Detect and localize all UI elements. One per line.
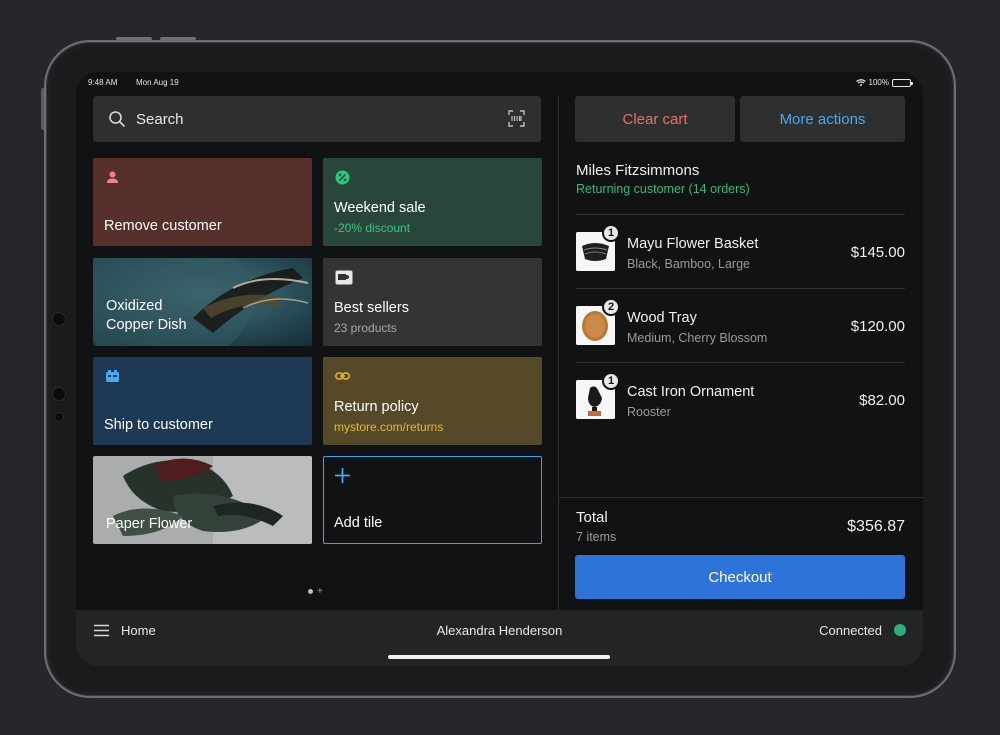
item-name: Cast Iron Ornament xyxy=(627,384,755,400)
tile-subtitle: mystore.com/returns xyxy=(334,420,444,434)
item-variant: Black, Bamboo, Large xyxy=(627,257,750,271)
cart-item[interactable]: 1 Cast Iron Ornament Rooster $82.00 xyxy=(576,364,905,436)
cart-item[interactable]: 2 Wood Tray Medium, Cherry Blossom $120.… xyxy=(576,290,905,362)
item-name: Wood Tray xyxy=(627,310,697,326)
tile-title: Paper Flower xyxy=(106,516,193,532)
divider xyxy=(576,288,905,289)
screen: 9:48 AM Mon Aug 19 100% Search Remove cu… xyxy=(76,72,923,666)
customer-info: Returning customer (14 orders) xyxy=(576,182,750,196)
tile-title: Copper Dish xyxy=(106,317,187,333)
clear-cart-button[interactable]: Clear cart xyxy=(575,96,735,142)
tile-subtitle: -20% discount xyxy=(334,221,411,235)
checkout-button[interactable]: Checkout xyxy=(575,555,905,599)
customer-name[interactable]: Miles Fitzsimmons xyxy=(576,162,699,179)
tile-oxidized-copper-dish[interactable]: Oxidized Copper Dish xyxy=(93,258,312,346)
person-icon xyxy=(107,171,118,183)
status-bar: 9:48 AM Mon Aug 19 100% xyxy=(76,76,923,90)
divider xyxy=(559,497,923,498)
discount-icon xyxy=(335,170,350,185)
tile-best-sellers[interactable]: Best sellers 23 products xyxy=(323,258,542,346)
quantity-badge: 1 xyxy=(602,224,620,242)
tile-title: Return policy xyxy=(334,399,419,415)
status-time: 9:48 AM xyxy=(88,78,118,87)
item-price: $120.00 xyxy=(850,318,905,335)
camera-dot xyxy=(52,312,66,326)
panel-divider xyxy=(558,96,559,610)
total-label: Total xyxy=(576,509,608,526)
add-page-icon[interactable]: + xyxy=(317,586,323,597)
tile-paper-flower[interactable]: Paper Flower xyxy=(93,456,312,544)
search-placeholder: Search xyxy=(136,110,184,128)
tile-title: Oxidized xyxy=(106,298,163,314)
tile-title: Best sellers xyxy=(334,300,409,316)
item-price: $145.00 xyxy=(850,244,905,261)
camera-dot xyxy=(52,387,66,401)
bottom-bar: Home Alexandra Henderson Connected xyxy=(76,610,923,666)
employee-name[interactable]: Alexandra Henderson xyxy=(76,623,923,638)
search-icon xyxy=(109,111,125,127)
quantity-badge: 2 xyxy=(602,298,620,316)
search-input[interactable]: Search xyxy=(93,96,541,142)
connection-status-dot xyxy=(894,624,906,636)
battery-icon xyxy=(892,78,913,87)
product-icon xyxy=(335,270,353,285)
connection-status: Connected xyxy=(819,623,882,638)
shipping-icon xyxy=(106,370,119,382)
tile-title: Add tile xyxy=(334,515,383,531)
divider xyxy=(576,362,905,363)
total-item-count: 7 items xyxy=(576,530,617,544)
tile-return-policy[interactable]: Return policy mystore.com/returns xyxy=(323,357,542,445)
item-price: $82.00 xyxy=(859,392,905,409)
cart-item[interactable]: 1 Mayu Flower Basket Black, Bamboo, Larg… xyxy=(576,216,905,288)
tile-title: Weekend sale xyxy=(334,200,426,216)
status-date: Mon Aug 19 xyxy=(136,78,179,87)
item-variant: Rooster xyxy=(627,405,671,419)
sensor-dot xyxy=(54,412,64,422)
tile-remove-customer[interactable]: Remove customer xyxy=(93,158,312,246)
more-actions-button[interactable]: More actions xyxy=(740,96,905,142)
quantity-badge: 1 xyxy=(602,372,620,390)
total-amount: $356.87 xyxy=(847,518,905,535)
tile-subtitle: 23 products xyxy=(334,321,397,335)
item-variant: Medium, Cherry Blossom xyxy=(627,331,768,345)
page-indicator[interactable]: + xyxy=(308,586,323,597)
battery-percent: 100% xyxy=(868,78,889,87)
status-right: 100% xyxy=(855,78,913,87)
tile-ship-to-customer[interactable]: Ship to customer xyxy=(93,357,312,445)
page-dot[interactable] xyxy=(308,589,313,594)
tile-weekend-sale[interactable]: Weekend sale -20% discount xyxy=(323,158,542,246)
divider xyxy=(576,214,905,215)
link-icon xyxy=(335,372,350,380)
item-name: Mayu Flower Basket xyxy=(627,236,759,252)
home-indicator[interactable] xyxy=(388,655,610,659)
plus-icon xyxy=(335,468,350,483)
barcode-scan-icon[interactable] xyxy=(508,110,525,127)
tile-title: Ship to customer xyxy=(104,417,213,433)
tile-add[interactable]: Add tile xyxy=(323,456,542,544)
tile-title: Remove customer xyxy=(104,218,222,234)
wifi-icon xyxy=(855,79,866,86)
